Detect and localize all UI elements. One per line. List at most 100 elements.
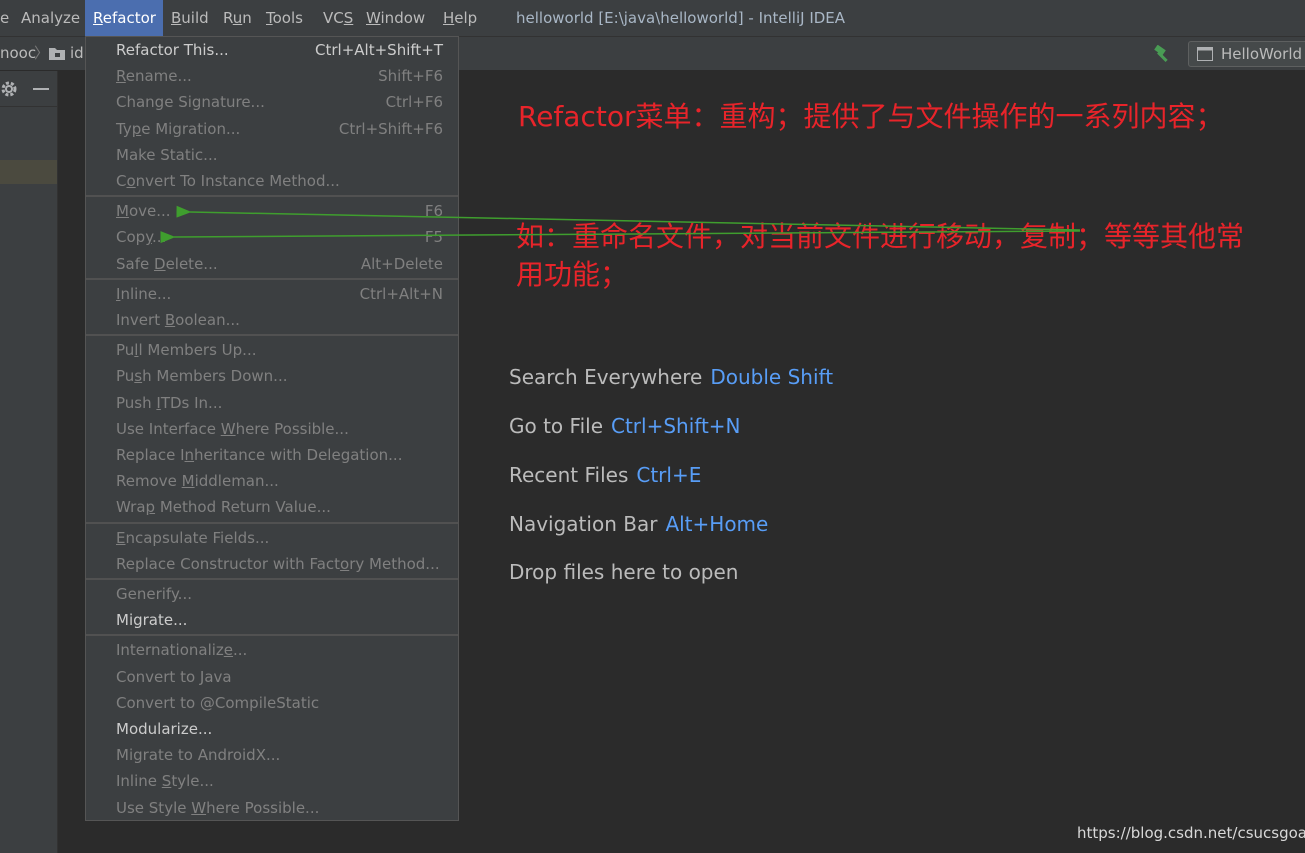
menu-run[interactable]: Run xyxy=(215,0,258,36)
folder-icon xyxy=(49,48,65,60)
menu-item-label: Refactor This... xyxy=(116,41,229,59)
menu-item-push-members-down[interactable]: Push Members Down... xyxy=(86,363,458,389)
run-configuration-selector[interactable]: HelloWorld xyxy=(1188,41,1305,67)
menu-item-replace-constructor-with-factory-method[interactable]: Replace Constructor with Factory Method.… xyxy=(86,551,458,577)
menu-item-replace-inheritance-with-delegation[interactable]: Replace Inheritance with Delegation... xyxy=(86,442,458,468)
menu-item-generify[interactable]: Generify... xyxy=(86,581,458,607)
menu-separator xyxy=(86,578,458,580)
menu-item-remove-middleman[interactable]: Remove Middleman... xyxy=(86,468,458,494)
menu-tools[interactable]: Tools xyxy=(258,0,315,36)
hint-row: Go to File Ctrl+Shift+N xyxy=(509,414,741,438)
menu-build[interactable]: Build xyxy=(163,0,215,36)
hint-row: Navigation Bar Alt+Home xyxy=(509,512,768,536)
menu-item-label: Convert To Instance Method... xyxy=(116,172,340,190)
menu-separator xyxy=(86,634,458,637)
application-icon xyxy=(1197,47,1213,61)
menu-separator xyxy=(86,334,458,337)
menu-item-label: Change Signature... xyxy=(116,93,265,112)
menu-item-label: Remove Middleman... xyxy=(116,472,279,491)
hint-label: Search Everywhere xyxy=(509,365,703,389)
menu-item-label: Inline Style... xyxy=(116,772,214,791)
refactor-dropdown-menu: Refactor This... Ctrl+Alt+Shift+T Rename..… xyxy=(85,36,459,821)
menu-item-copy[interactable]: Copy... F5 xyxy=(86,224,458,250)
hint-row: Drop files here to open xyxy=(509,560,738,584)
menu-item-type-migration[interactable]: Type Migration... Ctrl+Shift+F6 xyxy=(86,116,458,142)
hint-shortcut: Ctrl+Shift+N xyxy=(611,414,741,438)
run-configuration-label: HelloWorld xyxy=(1221,45,1303,63)
menu-item-label: Migrate... xyxy=(116,611,188,630)
menu-item-label: Encapsulate Fields... xyxy=(116,528,270,547)
menu-item-convert-to-compilestatic[interactable]: Convert to @CompileStatic xyxy=(86,690,458,716)
menu-item-label: Pull Members Up... xyxy=(116,341,257,360)
menu-item-label: Use Style Where Possible... xyxy=(116,798,320,817)
menu-item-label: Inline... xyxy=(116,284,172,303)
menu-item-rename[interactable]: Rename... Shift+F6 xyxy=(86,63,458,89)
menu-item-safe-delete[interactable]: Safe Delete... Alt+Delete xyxy=(86,251,458,277)
menu-bar: e Analyze Refactor Build Run Tools VCS Window He… xyxy=(0,0,1305,37)
menu-item-label: Migrate to AndroidX... xyxy=(116,746,281,765)
watermark-text: https://blog.csdn.net/csucsgoat xyxy=(1077,824,1305,842)
menu-item-inline-style[interactable]: Inline Style... xyxy=(86,768,458,794)
breadcrumb-module[interactable]: id xyxy=(70,37,84,70)
menu-item-label: Type Migration... xyxy=(116,119,241,138)
hammer-icon[interactable] xyxy=(1152,45,1174,63)
hint-label: Drop files here to open xyxy=(509,560,739,584)
menu-item-convert-to-instance-method[interactable]: Convert To Instance Method... xyxy=(86,168,458,194)
menu-item-convert-to-java[interactable]: Convert to Java xyxy=(86,664,458,690)
menu-e[interactable]: e xyxy=(0,0,12,36)
menu-item-label: Replace Constructor with Factory Method.… xyxy=(116,554,440,573)
menu-item-label: Move... xyxy=(116,202,171,221)
minimize-icon[interactable] xyxy=(33,88,49,90)
menu-item-label: Invert Boolean... xyxy=(116,311,240,329)
menu-item-use-style-where-possible[interactable]: Use Style Where Possible... xyxy=(86,795,458,821)
menu-item-move[interactable]: Move... F6 xyxy=(86,198,458,224)
gear-icon[interactable] xyxy=(0,79,20,99)
breadcrumb-project[interactable]: nooc xyxy=(0,37,36,70)
menu-item-migrate[interactable]: Migrate... xyxy=(86,607,458,633)
menu-item-shortcut: Alt+Delete xyxy=(360,254,443,273)
hint-label: Recent Files xyxy=(509,463,629,487)
menu-item-encapsulate-fields[interactable]: Encapsulate Fields... xyxy=(86,525,458,551)
menu-item-shortcut: Shift+F6 xyxy=(378,67,443,86)
menu-item-internationalize[interactable]: Internationalize... xyxy=(86,637,458,663)
breadcrumb-separator: 〉 xyxy=(34,44,50,62)
menu-item-label: Internationalize... xyxy=(116,641,248,660)
menu-item-invert-boolean[interactable]: Invert Boolean... xyxy=(86,307,458,333)
menu-item-label: Push Members Down... xyxy=(116,367,288,386)
menu-item-make-static[interactable]: Make Static... xyxy=(86,142,458,168)
menu-item-change-signature[interactable]: Change Signature... Ctrl+F6 xyxy=(86,89,458,115)
menu-vcs[interactable]: VCS xyxy=(315,0,358,36)
project-tool-window xyxy=(0,71,58,853)
menu-item-inline[interactable]: Inline... Ctrl+Alt+N xyxy=(86,281,458,307)
hint-row: Recent Files Ctrl+E xyxy=(509,463,701,487)
menu-item-refactor-this[interactable]: Refactor This... Ctrl+Alt+Shift+T xyxy=(86,37,458,63)
hint-label: Navigation Bar xyxy=(509,512,658,536)
menu-item-pull-members-up[interactable]: Pull Members Up... xyxy=(86,337,458,363)
menu-item-label: Convert to @CompileStatic xyxy=(116,693,320,712)
annotation-example-line-2: 用功能； xyxy=(516,258,629,291)
menu-help[interactable]: Help xyxy=(435,0,485,36)
annotation-example-line-1: 如：重命名文件，对当前文件进行移动，复制；等等其他常 xyxy=(516,220,1245,253)
menu-item-label: Safe Delete... xyxy=(116,254,218,273)
menu-item-shortcut: Ctrl+F6 xyxy=(385,93,443,112)
menu-item-label: Generify... xyxy=(116,585,192,603)
menu-item-migrate-to-androidx[interactable]: Migrate to AndroidX... xyxy=(86,742,458,768)
menu-analyze[interactable]: Analyze xyxy=(13,0,85,36)
window-title: helloworld [E:\java\helloworld] - Intell… xyxy=(516,9,846,27)
annotation-refactor-description: Refactor菜单：重构；提供了与文件操作的一系列内容； xyxy=(518,100,1224,133)
hint-shortcut: Double Shift xyxy=(710,365,834,389)
hint-shortcut: Ctrl+E xyxy=(636,463,702,487)
menu-separator xyxy=(86,195,458,198)
menu-item-label: Push ITDs In... xyxy=(116,393,223,412)
menu-window[interactable]: Window xyxy=(358,0,435,36)
hint-row: Search Everywhere Double Shift xyxy=(509,365,833,389)
menu-item-modularize[interactable]: Modularize... xyxy=(86,716,458,742)
menu-item-use-interface-where-possible[interactable]: Use Interface Where Possible... xyxy=(86,416,458,442)
menu-refactor[interactable]: Refactor xyxy=(85,0,163,36)
project-panel-header xyxy=(0,71,57,107)
menu-item-label: Rename... xyxy=(116,67,192,86)
selected-tree-row[interactable] xyxy=(0,160,57,184)
menu-item-push-itds-in[interactable]: Push ITDs In... xyxy=(86,390,458,416)
menu-item-label: Use Interface Where Possible... xyxy=(116,419,349,438)
menu-item-wrap-method-return-value[interactable]: Wrap Method Return Value... xyxy=(86,494,458,520)
